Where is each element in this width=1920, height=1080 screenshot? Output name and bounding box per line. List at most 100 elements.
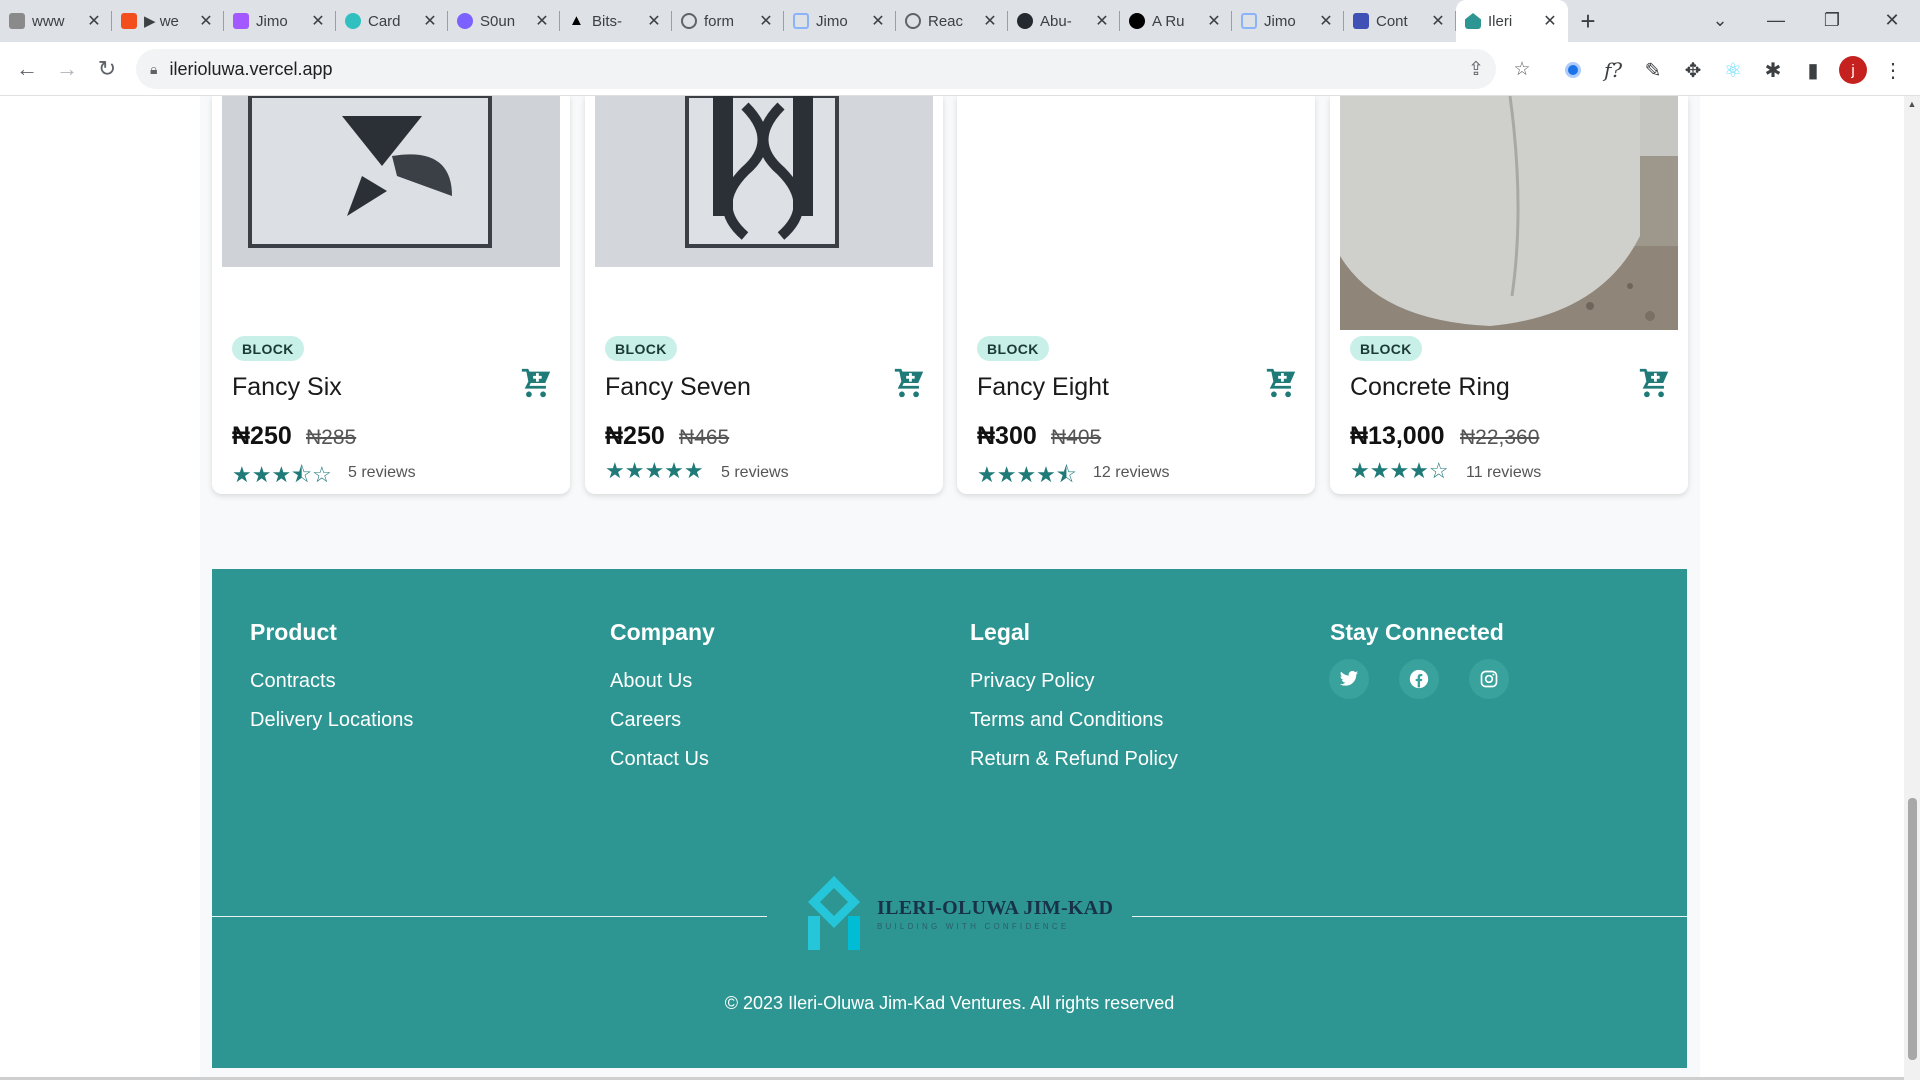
product-image[interactable] xyxy=(1340,96,1678,330)
footer-link-refund-policy[interactable]: Return & Refund Policy xyxy=(970,748,1178,771)
bookmark-star-icon[interactable]: ☆ xyxy=(1510,57,1534,81)
close-icon[interactable]: ✕ xyxy=(1542,11,1558,31)
tab-favicon xyxy=(233,13,249,29)
footer-link-delivery-locations[interactable]: Delivery Locations xyxy=(250,709,413,732)
browser-tab[interactable]: www ✕ xyxy=(0,0,112,42)
product-card[interactable]: BLOCK Fancy Six ₦250 ₦285 ★★★⯪☆ 5 review… xyxy=(212,96,570,494)
close-icon[interactable]: ✕ xyxy=(86,11,102,31)
browser-tab[interactable]: Card ✕ xyxy=(336,0,448,42)
tab-title: Abu- xyxy=(1040,12,1072,30)
add-to-cart-icon[interactable] xyxy=(518,366,554,400)
close-icon[interactable]: ✕ xyxy=(870,11,886,31)
product-name[interactable]: Fancy Seven xyxy=(605,373,751,402)
footer-link-contracts[interactable]: Contracts xyxy=(250,670,413,693)
review-count[interactable]: 12 reviews xyxy=(1093,464,1169,482)
footer-link-careers[interactable]: Careers xyxy=(610,709,715,732)
add-to-cart-icon[interactable] xyxy=(891,366,927,400)
browser-tab[interactable]: Jimo ✕ xyxy=(224,0,336,42)
forward-button[interactable]: → xyxy=(52,54,82,84)
add-to-cart-icon[interactable] xyxy=(1263,366,1299,400)
close-icon[interactable]: ✕ xyxy=(198,11,214,31)
lock-icon[interactable]: 🔒︎ xyxy=(150,61,157,78)
product-name[interactable]: Concrete Ring xyxy=(1350,373,1510,402)
product-image[interactable] xyxy=(967,96,1305,267)
address-bar[interactable]: 🔒︎ ilerioluwa.vercel.app ⇪ xyxy=(136,49,1496,89)
browser-tab[interactable]: A Ru ✕ xyxy=(1120,0,1232,42)
close-icon[interactable]: ✕ xyxy=(1430,11,1446,31)
menu-icon[interactable]: ⋮ xyxy=(1878,55,1908,85)
product-name[interactable]: Fancy Eight xyxy=(977,373,1109,402)
extension-icon[interactable] xyxy=(1558,55,1588,85)
close-icon[interactable]: ✕ xyxy=(646,11,662,31)
footer-column-product: Product Contracts Delivery Locations xyxy=(250,619,413,748)
new-tab-button[interactable]: + xyxy=(1568,0,1608,42)
footer-link-contact-us[interactable]: Contact Us xyxy=(610,748,715,771)
back-button[interactable]: ← xyxy=(12,54,42,84)
footer-link-about-us[interactable]: About Us xyxy=(610,670,715,693)
product-image[interactable] xyxy=(595,96,933,267)
close-icon[interactable]: ✕ xyxy=(534,11,550,31)
product-card[interactable]: BLOCK Fancy Seven ₦250 ₦465 ★★★★★ 5 revi… xyxy=(585,96,943,494)
footer-link-terms[interactable]: Terms and Conditions xyxy=(970,709,1178,732)
share-icon[interactable]: ⇪ xyxy=(1464,57,1488,81)
close-icon[interactable]: ✕ xyxy=(982,11,998,31)
tab-search-icon[interactable]: ⌄ xyxy=(1692,0,1748,40)
category-badge: BLOCK xyxy=(232,336,304,361)
react-devtools-icon[interactable]: ⚛ xyxy=(1718,55,1748,85)
tab-favicon xyxy=(457,13,473,29)
facebook-icon[interactable] xyxy=(1399,659,1439,699)
tab-title: Cont xyxy=(1376,12,1408,30)
original-price: ₦285 xyxy=(306,426,357,449)
footer-heading: Company xyxy=(610,619,715,645)
review-count[interactable]: 5 reviews xyxy=(721,464,789,482)
instagram-icon[interactable] xyxy=(1469,659,1509,699)
browser-tab[interactable]: Cont ✕ xyxy=(1344,0,1456,42)
close-icon[interactable]: ✕ xyxy=(1318,11,1334,31)
company-logo-icon[interactable] xyxy=(804,874,868,952)
browser-tab[interactable]: Abu- ✕ xyxy=(1008,0,1120,42)
browser-tab[interactable]: Reac ✕ xyxy=(896,0,1008,42)
add-to-cart-icon[interactable] xyxy=(1636,366,1672,400)
close-icon[interactable]: ✕ xyxy=(1094,11,1110,31)
tab-favicon xyxy=(793,13,809,29)
reload-button[interactable]: ↻ xyxy=(92,54,122,84)
close-icon[interactable]: ✕ xyxy=(758,11,774,31)
browser-tab[interactable]: ▲ Bits- ✕ xyxy=(560,0,672,42)
vertical-scrollbar[interactable]: ▲ xyxy=(1904,96,1920,1080)
product-price: ₦250 xyxy=(232,422,292,450)
scroll-up-arrow-icon[interactable]: ▲ xyxy=(1904,96,1920,112)
minimize-button[interactable]: — xyxy=(1748,0,1804,40)
product-name[interactable]: Fancy Six xyxy=(232,373,342,402)
url-text[interactable]: ilerioluwa.vercel.app xyxy=(169,59,332,80)
scrollbar-thumb[interactable] xyxy=(1908,798,1917,1060)
avatar[interactable]: j xyxy=(1839,56,1867,84)
close-icon[interactable]: ✕ xyxy=(1206,11,1222,31)
close-icon[interactable]: ✕ xyxy=(422,11,438,31)
product-price: ₦300 xyxy=(977,422,1037,450)
product-card[interactable]: BLOCK Concrete Ring ₦13,000 ₦22,360 ★★★★… xyxy=(1330,96,1688,494)
browser-tab[interactable]: ▶ we ✕ xyxy=(112,0,224,42)
puzzle-icon[interactable]: ✱ xyxy=(1758,55,1788,85)
browser-tab[interactable]: Jimo ✕ xyxy=(1232,0,1344,42)
twitter-icon[interactable] xyxy=(1329,659,1369,699)
product-card[interactable]: BLOCK Fancy Eight ₦300 ₦405 ★★★★⯪ 12 rev… xyxy=(957,96,1315,494)
browser-tab[interactable]: form ✕ xyxy=(672,0,784,42)
function-extension-icon[interactable]: f? xyxy=(1598,55,1628,85)
footer-column-company: Company About Us Careers Contact Us xyxy=(610,619,715,787)
site-footer: Product Contracts Delivery Locations Com… xyxy=(212,569,1687,1068)
browser-tab[interactable]: Jimo ✕ xyxy=(784,0,896,42)
rating-stars: ★★★★⯪ xyxy=(977,462,1077,487)
window-close-button[interactable]: ✕ xyxy=(1864,0,1920,40)
restore-button[interactable]: ❐ xyxy=(1804,0,1860,40)
footer-link-privacy-policy[interactable]: Privacy Policy xyxy=(970,670,1178,693)
page-viewport: BLOCK Fancy Six ₦250 ₦285 ★★★⯪☆ 5 review… xyxy=(0,96,1904,1080)
product-image[interactable] xyxy=(222,96,560,267)
eyedropper-icon[interactable]: ✎ xyxy=(1638,55,1668,85)
close-icon[interactable]: ✕ xyxy=(310,11,326,31)
move-icon[interactable]: ✥ xyxy=(1678,55,1708,85)
review-count[interactable]: 5 reviews xyxy=(348,464,416,482)
browser-tab[interactable]: S0un ✕ xyxy=(448,0,560,42)
review-count[interactable]: 11 reviews xyxy=(1466,464,1541,482)
side-panel-icon[interactable]: ▮ xyxy=(1798,55,1828,85)
browser-tab-active[interactable]: Ileri ✕ xyxy=(1456,0,1568,42)
